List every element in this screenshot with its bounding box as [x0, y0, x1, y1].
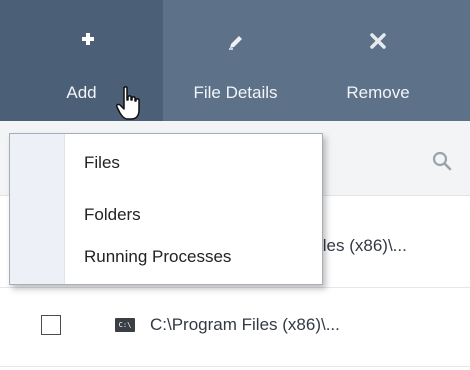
add-dropdown-menu: Files Folders Running Processes	[9, 133, 323, 285]
file-details-button-label: File Details	[193, 83, 278, 102]
menu-item-folders[interactable]: Folders	[84, 205, 141, 225]
menu-item-files[interactable]: Files	[84, 153, 120, 173]
pencil-icon	[227, 33, 245, 56]
file-path: iles (x86)\...	[319, 236, 407, 255]
row-checkbox[interactable]	[41, 315, 61, 335]
file-details-button[interactable]: File Details	[163, 0, 308, 121]
toolbar: Add File Details Remove	[0, 0, 470, 121]
remove-button-label: Remove	[346, 83, 410, 102]
table-row[interactable]: C:\ C:\Program Files (x86)\...	[0, 288, 470, 367]
menu-gutter	[10, 134, 65, 284]
search-icon[interactable]	[432, 151, 452, 176]
file-path: C:\Program Files (x86)\...	[150, 315, 340, 334]
executable-icon: C:\	[115, 318, 135, 332]
menu-item-running-processes[interactable]: Running Processes	[84, 247, 231, 267]
hand-cursor-icon	[115, 86, 145, 127]
close-icon	[370, 33, 386, 54]
remove-button[interactable]: Remove	[308, 0, 448, 121]
